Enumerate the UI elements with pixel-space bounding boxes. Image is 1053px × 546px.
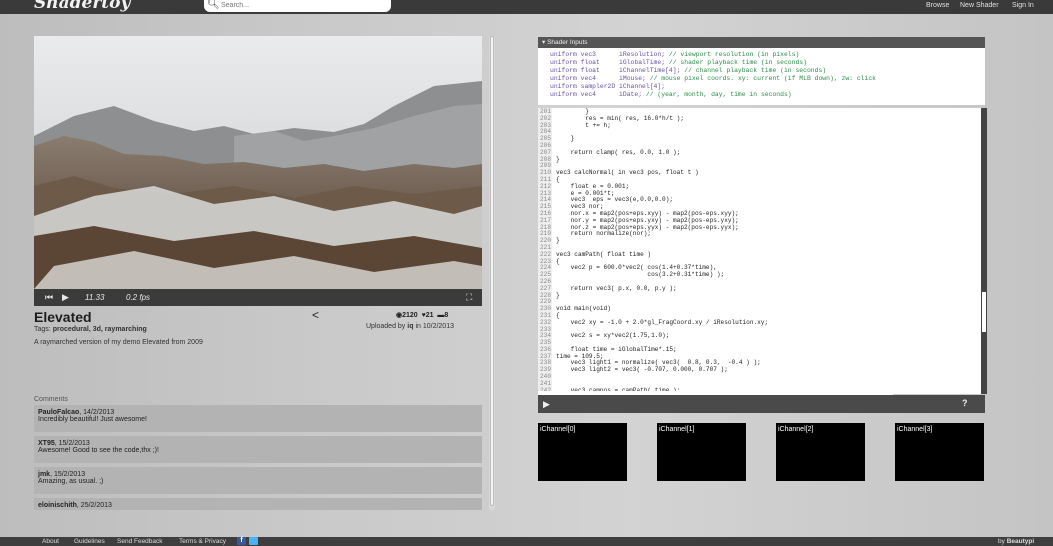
share-icon[interactable]: < (312, 308, 319, 322)
comment-date: , 14/2/2013 (79, 409, 115, 416)
input-comment: // channel playback time (in seconds) (684, 67, 827, 75)
play-icon[interactable]: ▶︎ (62, 292, 69, 303)
views-count: 2120 (402, 312, 418, 319)
fullscreen-icon[interactable]: ⛶︎ (466, 292, 472, 303)
comments-count: 8 (444, 312, 449, 319)
time-display: 11.33 (85, 293, 105, 302)
comment-item: PauloFalcao, 14/2/2013 Incredibly beauti… (34, 405, 482, 432)
comment-date: , 15/2/2013 (54, 440, 90, 447)
player-controls: ⏮︎ ▶︎ 11.33 0.2 fps ⛶︎ (34, 289, 482, 306)
shader-canvas[interactable] (34, 36, 482, 289)
footer-credit: by Beautypi (998, 538, 1034, 545)
comment-text: Amazing, as usual. ;) (38, 478, 104, 485)
shader-inputs-header[interactable]: ▾ Shader Inputs (538, 37, 985, 48)
search-box: 🔍︎ (204, 0, 391, 12)
input-line: uniform vec3 iResolution; // viewport re… (550, 51, 985, 59)
editor-toolbar: ▶︎ ? (538, 395, 985, 413)
fps-display: 0.2 fps (126, 293, 151, 302)
input-decl: uniform vec4 iDate; (550, 91, 643, 99)
input-line: uniform float iGlobalTime; // shader pla… (550, 59, 985, 67)
input-line: uniform vec4 iMouse; // mouse pixel coor… (550, 75, 985, 83)
tags-list[interactable]: procedural, 3d, raymarching (53, 326, 147, 333)
input-decl: uniform sampler2D iChannel[4]; (550, 83, 666, 91)
credit-prefix: by (998, 538, 1005, 545)
rewind-icon[interactable]: ⏮︎ (45, 292, 53, 303)
search-icon: 🔍︎ (207, 0, 220, 10)
shader-inputs-title: Shader Inputs (547, 39, 588, 46)
code-scrollbar[interactable] (981, 108, 987, 394)
twitter-icon[interactable] (249, 537, 258, 545)
upload-prefix: Uploaded by (366, 323, 406, 330)
site-logo[interactable]: Shadertoy (34, 0, 130, 13)
top-nav-bar (0, 0, 1053, 14)
comment-user[interactable]: eloinischith (38, 502, 77, 509)
comment-text: Awesome! Good to see the code,thx ;)! (38, 447, 159, 454)
upload-date: in 10/2/2013 (415, 323, 454, 330)
input-comment: // shader playback time (in seconds) (668, 59, 807, 67)
code-editor[interactable]: 201 202 203 204 205 206 207 208 209 210 … (538, 108, 983, 394)
code-text[interactable]: } res = min( res, 16.0*h/t ); t += h; } … (556, 108, 768, 394)
nav-new-shader[interactable]: New Shader (960, 2, 999, 9)
footer-link-guidelines[interactable]: Guidelines (74, 538, 105, 545)
comment-item: jmk, 15/2/2013 Amazing, as usual. ;) (34, 467, 482, 494)
comment-date: , 25/2/2013 (76, 502, 112, 509)
upload-info: Uploaded by iq in 10/2/2013 (366, 323, 454, 330)
collapse-triangle-icon: ▾ (542, 39, 546, 46)
nav-sign-in[interactable]: Sign In (1012, 2, 1034, 9)
input-decl: uniform float iGlobalTime; (550, 59, 666, 67)
channel-slot-2[interactable]: iChannel[2] (776, 423, 865, 481)
channel-slot-3[interactable]: iChannel[3] (895, 423, 984, 481)
input-comment: // mouse pixel coords. xy: current (if M… (649, 75, 876, 83)
facebook-icon[interactable]: f (237, 537, 246, 545)
compile-play-icon[interactable]: ▶︎ (543, 399, 550, 410)
input-comment: // (year, month, day, time in seconds) (645, 91, 792, 99)
footer-link-terms[interactable]: Terms & Privacy (179, 538, 226, 545)
comment-item: XT95, 15/2/2013 Awesome! Good to see the… (34, 436, 482, 463)
footer-link-feedback[interactable]: Send Feedback (117, 538, 163, 545)
help-button[interactable]: ? (962, 398, 968, 408)
input-decl: uniform vec4 iMouse; (550, 75, 646, 83)
comment-text: Incredibly beautiful! Just awesome! (38, 416, 147, 423)
footer-link-about[interactable]: About (42, 538, 59, 545)
input-line: uniform vec4 iDate; // (year, month, day… (550, 91, 985, 99)
input-line: uniform float iChannelTime[4]; // channe… (550, 67, 985, 75)
likes-count: 21 (425, 312, 434, 319)
channel-slot-1[interactable]: iChannel[1] (657, 423, 746, 481)
tags-label: Tags: (34, 326, 51, 333)
input-decl: uniform vec3 iResolution; (550, 51, 666, 58)
comment-user[interactable]: PauloFalcao (38, 409, 79, 416)
comment-item: eloinischith, 25/2/2013 (34, 498, 482, 510)
channel-slot-0[interactable]: iChannel[0] (538, 423, 627, 481)
author-link[interactable]: iq (407, 323, 413, 330)
rendered-landscape (34, 36, 482, 289)
footer: About Guidelines Send Feedback Terms & P… (0, 537, 1053, 546)
shader-stats: ◉2120 ♥21 ▬8 (396, 311, 448, 319)
line-number-gutter: 201 202 203 204 205 206 207 208 209 210 … (538, 108, 552, 394)
shader-inputs-list: uniform vec3 iResolution; // viewport re… (538, 48, 985, 105)
input-comment: // viewport resolution (in pixels) (668, 51, 800, 58)
comments-heading: Comments (34, 396, 68, 403)
input-decl: uniform float iChannelTime[4]; (550, 67, 681, 75)
comment-user[interactable]: XT95 (38, 440, 55, 447)
code-scrollbar-thumb[interactable] (982, 292, 986, 332)
search-input[interactable] (221, 0, 386, 11)
comment-user[interactable]: jmk (38, 471, 50, 478)
shader-title: Elevated (34, 309, 92, 325)
shader-description: A raymarched version of my demo Elevated… (34, 339, 203, 346)
nav-browse[interactable]: Browse (926, 2, 949, 9)
input-line: uniform sampler2D iChannel[4]; (550, 83, 985, 91)
credit-link[interactable]: Beautypi (1007, 538, 1034, 545)
panel-scrollbar-thumb[interactable] (490, 36, 494, 506)
comment-date: , 15/2/2013 (50, 471, 86, 478)
tags-line: Tags: procedural, 3d, raymarching (34, 326, 147, 333)
